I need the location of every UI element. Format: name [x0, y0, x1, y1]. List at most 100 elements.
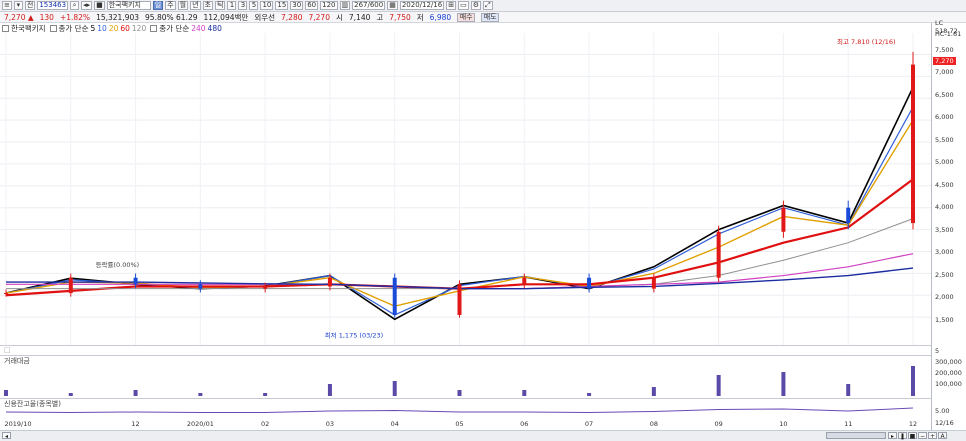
- legend-stock[interactable]: 한국팩키지: [2, 23, 46, 34]
- credit-line: [5, 407, 914, 414]
- low-annotation: 최저 1,175 (03/23): [325, 330, 384, 339]
- chart-scrollbar[interactable]: ◂ ▸ ❚ ■ − + A: [0, 430, 966, 441]
- period-3[interactable]: 3: [238, 1, 248, 10]
- period-60[interactable]: 60: [305, 1, 319, 10]
- stock-code-input[interactable]: 153463: [37, 1, 69, 10]
- volume-bar: [781, 372, 786, 396]
- volume-bar: [587, 393, 592, 396]
- price-chart[interactable]: 최고 7,810 (12/16) 최저 1,175 (03/23) 등락률(0.00…: [0, 33, 931, 345]
- high-annotation: 최고 7,810 (12/16): [837, 37, 896, 46]
- y-tick-3500: 3,500: [935, 226, 954, 234]
- vol-tick-200000: 200,000: [935, 369, 962, 377]
- period-120[interactable]: 120: [320, 1, 338, 10]
- period-year[interactable]: 년: [190, 1, 201, 10]
- volume-bar: [198, 393, 203, 396]
- legend-ma-short[interactable]: 종가 단순 5 10 20 60 120: [49, 23, 146, 34]
- period-selected[interactable]: 일: [152, 1, 164, 10]
- scroll-right-icon[interactable]: ▸: [888, 432, 897, 440]
- count-field[interactable]: 267/600: [352, 1, 386, 10]
- pause-icon[interactable]: ❚: [898, 432, 907, 440]
- period-sec[interactable]: 초: [202, 1, 213, 10]
- credit-chart[interactable]: [0, 399, 931, 420]
- date-field[interactable]: 2020/12/16: [399, 1, 445, 10]
- stop-icon[interactable]: ■: [908, 432, 917, 440]
- vol-tick-300000: 300,000: [935, 358, 962, 366]
- buy-button[interactable]: 매수: [457, 12, 476, 22]
- y-tick-6500: 6,500: [935, 91, 954, 99]
- dropdown-chevron-icon[interactable]: ▾: [13, 1, 23, 10]
- period-15[interactable]: 15: [275, 1, 289, 10]
- y-tick-3000: 3,000: [935, 248, 954, 256]
- checkbox-icon[interactable]: [2, 24, 9, 32]
- candle-body: [68, 277, 73, 294]
- x-tick-label: 2020/01: [186, 420, 214, 428]
- current-price-tag: 7,270: [933, 57, 956, 65]
- candle-body: [263, 286, 268, 289]
- price-change-pct: +1.82%: [59, 12, 91, 22]
- expand-icon[interactable]: ⤢: [482, 1, 493, 10]
- lock-icon[interactable]: ■: [94, 1, 105, 10]
- font-icon[interactable]: A: [938, 432, 947, 440]
- candle-body: [587, 277, 592, 289]
- checkbox-icon[interactable]: [49, 24, 57, 32]
- zoom-in-icon[interactable]: +: [928, 432, 937, 440]
- y-tick-4000: 4,000: [935, 203, 954, 211]
- period-1[interactable]: 1: [227, 1, 237, 10]
- period-10[interactable]: 10: [260, 1, 274, 10]
- small-panel-label: □: [4, 346, 11, 354]
- prev-label: 외우선: [254, 12, 276, 22]
- window-icon[interactable]: ▭: [458, 1, 469, 10]
- legend-ma-label: 종가 단순: [58, 23, 89, 33]
- legend-ma-long-label: 종가 단순: [159, 23, 190, 33]
- volume-bar: [392, 381, 397, 396]
- legend-ma-480: 480: [207, 23, 222, 33]
- legend-ma-5: 5: [90, 23, 96, 33]
- stock-name-field[interactable]: 한국팩키지: [106, 1, 151, 10]
- legend-ma-long[interactable]: 종가 단순 240 480: [150, 23, 222, 34]
- x-tick-label: 12: [131, 420, 140, 428]
- scroll-left-icon[interactable]: ◂: [2, 432, 11, 440]
- volume-chart[interactable]: [0, 356, 931, 398]
- volume-bar: [911, 366, 915, 396]
- x-tick-label: 02: [261, 420, 270, 428]
- candle-body: [911, 64, 915, 224]
- scroll-thumb[interactable]: [826, 432, 886, 439]
- candle-body: [846, 207, 851, 224]
- y-tick-6000: 6,000: [935, 113, 954, 121]
- open-label: 시: [335, 12, 343, 22]
- volume-bar: [651, 387, 656, 396]
- period-5[interactable]: 5: [249, 1, 259, 10]
- x-tick-label: 04: [390, 420, 399, 428]
- y-tick-2500: 2,500: [935, 271, 954, 279]
- gear-icon[interactable]: ⚙: [470, 1, 481, 10]
- x-tick-label: 09: [714, 420, 723, 428]
- period-month[interactable]: 월: [177, 1, 189, 10]
- zoom-out-icon[interactable]: −: [918, 432, 927, 440]
- legend-ma-20: 20: [108, 23, 119, 33]
- arrow-icon[interactable]: ◂▸: [81, 1, 93, 10]
- y-tick-4500: 4,500: [935, 181, 954, 189]
- bar-chart-icon[interactable]: ▥: [339, 1, 351, 10]
- calendar-icon[interactable]: ▦: [387, 1, 398, 10]
- period-30[interactable]: 30: [290, 1, 304, 10]
- credit-tick: 5.00: [935, 407, 950, 415]
- setting-label[interactable]: 전: [24, 1, 36, 10]
- y-tick-5500: 5,500: [935, 136, 954, 144]
- quote-bar: 7,270 ▲ 130 +1.82% 15,321,903 95.80% 61.…: [0, 12, 966, 23]
- period-tick[interactable]: 틱: [214, 1, 226, 10]
- candle-body: [781, 207, 786, 232]
- price-change: 130: [39, 12, 54, 22]
- sell-button[interactable]: 매도: [481, 12, 500, 22]
- amount-value: 112,094백만: [203, 12, 249, 22]
- grid-icon[interactable]: ⊞: [446, 1, 457, 10]
- high-value: 7,750: [389, 12, 411, 22]
- panel-divider[interactable]: [0, 345, 931, 346]
- search-icon[interactable]: ⌕: [70, 1, 80, 10]
- period-week[interactable]: 주: [165, 1, 176, 10]
- menu-icon[interactable]: ≡: [2, 1, 12, 10]
- low-label: 저: [416, 12, 424, 22]
- checkbox-icon[interactable]: [150, 24, 158, 32]
- volume-bar: [457, 390, 462, 396]
- rate-annotation: 등락률(0.00%): [96, 261, 140, 269]
- indicator-legend: 한국팩키지 종가 단순 5 10 20 60 120 종가 단순 240 480: [0, 23, 966, 33]
